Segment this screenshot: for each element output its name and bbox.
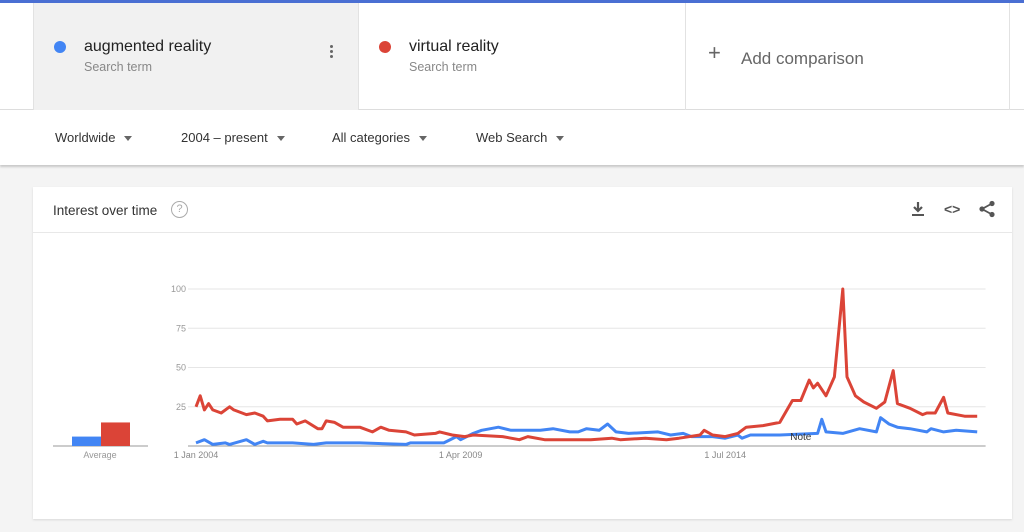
search-terms-bar: augmented reality Search term virtual re…: [0, 3, 1024, 110]
caret-down-icon: [124, 136, 133, 142]
more-vert-icon[interactable]: [330, 45, 334, 60]
add-comparison-button[interactable]: + Add comparison: [685, 3, 1010, 110]
x-tick-label: 1 Jan 2004: [174, 450, 219, 460]
term-type: Search term: [84, 60, 153, 74]
average-bar-augmented-reality: [72, 436, 101, 446]
filter-bar: Worldwide 2004 – present All categories …: [0, 110, 1024, 165]
caret-down-icon: [556, 136, 565, 142]
region-value: Worldwide: [55, 130, 116, 145]
term-card-virtual-reality[interactable]: virtual reality Search term: [358, 3, 685, 110]
caret-down-icon: [419, 136, 428, 142]
series-color-dot: [379, 41, 391, 53]
time-range-dropdown[interactable]: 2004 – present: [181, 130, 285, 145]
average-bar-virtual-reality: [101, 422, 130, 446]
series-color-dot: [54, 41, 66, 53]
search-type-value: Web Search: [476, 130, 548, 145]
average-label: Average: [83, 450, 116, 460]
y-tick-label: 50: [176, 363, 186, 373]
category-value: All categories: [332, 130, 411, 145]
y-tick-label: 75: [176, 323, 186, 333]
category-dropdown[interactable]: All categories: [332, 130, 428, 145]
series-line-virtual-reality: [194, 287, 978, 442]
term-name[interactable]: virtual reality: [409, 38, 499, 56]
search-type-dropdown[interactable]: Web Search: [476, 130, 565, 145]
interest-chart: 100 75 50 25 1 Jan 2004 1 Apr 2009 1 Jul 2014 N…: [53, 284, 986, 460]
caret-down-icon: [276, 136, 285, 142]
y-tick-label: 25: [176, 402, 186, 412]
time-value: 2004 – present: [181, 130, 268, 145]
y-tick-label: 100: [171, 284, 186, 294]
term-name[interactable]: augmented reality: [84, 38, 211, 56]
region-dropdown[interactable]: Worldwide: [55, 130, 133, 145]
plus-icon: +: [708, 40, 721, 65]
term-card-augmented-reality[interactable]: augmented reality Search term: [33, 3, 358, 110]
interest-over-time-card: Interest over time ? <> 100 75 50 25 1 Jan 2…: [33, 187, 1012, 519]
add-comparison-label: Add comparison: [741, 49, 864, 68]
x-tick-label: 1 Jul 2014: [704, 450, 746, 460]
note-annotation: Note: [790, 432, 812, 443]
x-tick-label: 1 Apr 2009: [439, 450, 483, 460]
term-type: Search term: [409, 60, 478, 74]
